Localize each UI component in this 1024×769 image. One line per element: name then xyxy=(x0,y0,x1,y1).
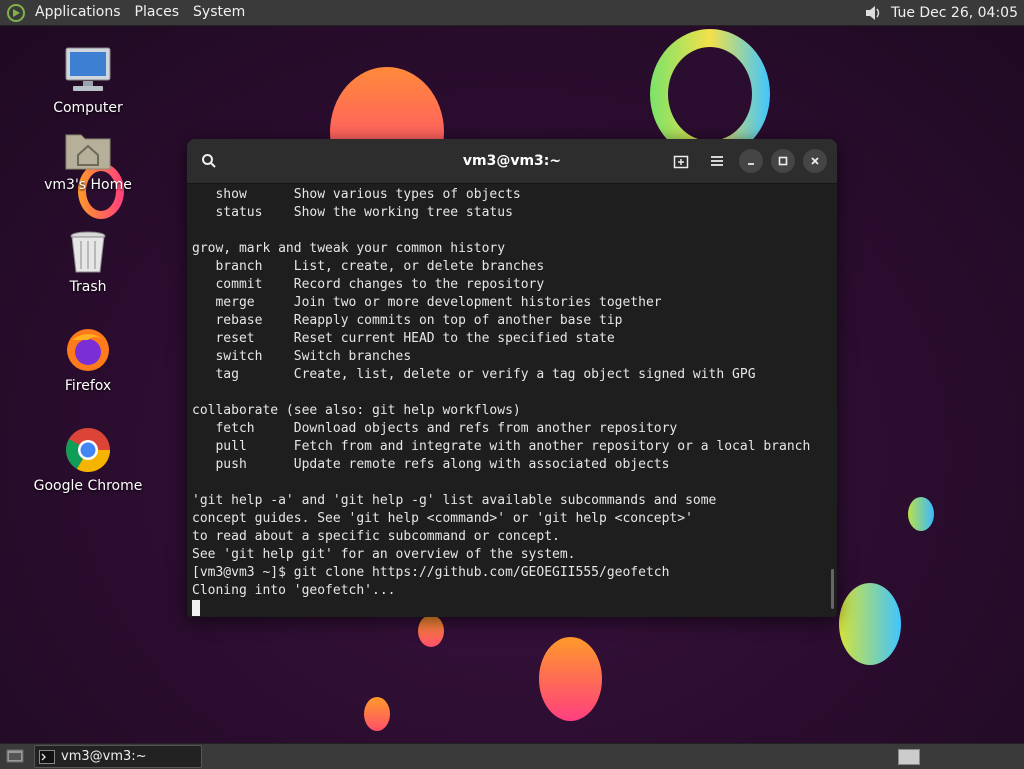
terminal-line: branch List, create, or delete branches xyxy=(192,259,545,274)
maximize-button[interactable] xyxy=(771,149,795,173)
terminal-line: status Show the working tree status xyxy=(192,205,513,220)
search-button[interactable] xyxy=(195,147,223,175)
hamburger-menu-icon xyxy=(711,156,723,166)
decor-orange-tiny-blob xyxy=(364,697,390,731)
desktop-icon-home[interactable]: vm3's Home xyxy=(33,129,143,193)
chrome-icon xyxy=(66,428,110,472)
taskbar-window-label: vm3@vm3:~ xyxy=(61,749,147,764)
terminal-line: concept guides. See 'git help <command>'… xyxy=(192,511,693,526)
terminal-line: collaborate (see also: git help workflow… xyxy=(192,403,521,418)
firefox-icon xyxy=(67,329,109,371)
desktop-icon-computer[interactable]: Computer xyxy=(33,46,143,116)
new-tab-icon xyxy=(673,155,689,169)
terminal-line: tag Create, list, delete or verify a tag… xyxy=(192,367,756,382)
workspace-switcher[interactable] xyxy=(898,748,920,765)
terminal-line: push Update remote refs along with assoc… xyxy=(192,457,670,472)
terminal-line: fetch Download objects and refs from ano… xyxy=(192,421,678,436)
minimize-icon xyxy=(748,163,754,165)
menu-system[interactable]: System xyxy=(186,0,252,25)
terminal-line: Cloning into 'geofetch'... xyxy=(192,583,396,598)
decor-green-blob xyxy=(908,497,934,531)
terminal-icon xyxy=(39,749,55,764)
scrollbar[interactable] xyxy=(831,569,834,609)
close-icon xyxy=(811,157,819,165)
terminal-line: See 'git help git' for an overview of th… xyxy=(192,547,576,562)
show-desktop-icon[interactable] xyxy=(6,748,26,764)
terminal-line: [vm3@vm3 ~]$ git clone https://github.co… xyxy=(192,565,670,580)
decor-orange-medium-blob xyxy=(539,637,602,721)
volume-icon[interactable] xyxy=(863,3,883,23)
terminal-line: switch Switch branches xyxy=(192,349,412,364)
desktop-icon-label: Firefox xyxy=(64,378,112,394)
desktop-icon-firefox[interactable]: Firefox xyxy=(33,326,143,394)
terminal-line: commit Record changes to the repository xyxy=(192,277,545,292)
desktop-icon-label: Computer xyxy=(53,100,123,116)
minimize-button[interactable] xyxy=(739,149,763,173)
menu-places[interactable]: Places xyxy=(128,0,187,25)
desktop-icon-label: Google Chrome xyxy=(33,478,143,494)
home-folder-icon xyxy=(65,134,111,170)
search-icon xyxy=(202,154,216,168)
distro-logo-icon[interactable] xyxy=(6,3,26,23)
text-cursor xyxy=(192,600,200,616)
maximize-icon xyxy=(778,156,788,166)
desktop-icon-chrome[interactable]: Google Chrome xyxy=(33,426,143,494)
terminal-window[interactable]: vm3@vm3:~ show Show various types of obj… xyxy=(187,139,837,617)
close-button[interactable] xyxy=(803,149,827,173)
menu-button[interactable] xyxy=(703,147,731,175)
desktop-icon-label: Trash xyxy=(69,279,107,295)
bottom-panel: vm3@vm3:~ xyxy=(0,743,1024,769)
desktop-icon-label: vm3's Home xyxy=(44,177,132,193)
new-tab-button[interactable] xyxy=(667,147,695,175)
menu-applications[interactable]: Applications xyxy=(28,0,128,25)
terminal-line: rebase Reapply commits on top of another… xyxy=(192,313,623,328)
terminal-line: show Show various types of objects xyxy=(192,187,521,202)
terminal-header-bar[interactable]: vm3@vm3:~ xyxy=(187,139,837,184)
decor-orange-small-blob xyxy=(418,615,444,647)
top-panel: Applications Places System Tue Dec 26, 0… xyxy=(0,0,1024,26)
taskbar-window-button[interactable]: vm3@vm3:~ xyxy=(34,745,202,768)
trash-icon xyxy=(70,231,106,273)
clock[interactable]: Tue Dec 26, 04:05 xyxy=(883,5,1024,21)
desktop-icon-trash[interactable]: Trash xyxy=(33,229,143,295)
terminal-line: grow, mark and tweak your common history xyxy=(192,241,506,256)
terminal-output[interactable]: show Show various types of objects statu… xyxy=(187,184,837,617)
terminal-cursor-line[interactable] xyxy=(192,600,837,617)
computer-icon xyxy=(65,47,111,91)
decor-green-large-blob xyxy=(839,583,901,665)
terminal-line: reset Reset current HEAD to the specifie… xyxy=(192,331,615,346)
terminal-line: 'git help -a' and 'git help -g' list ava… xyxy=(192,493,717,508)
terminal-line: pull Fetch from and integrate with anoth… xyxy=(192,439,811,454)
terminal-line: to read about a specific subcommand or c… xyxy=(192,529,560,544)
terminal-line: merge Join two or more development histo… xyxy=(192,295,662,310)
